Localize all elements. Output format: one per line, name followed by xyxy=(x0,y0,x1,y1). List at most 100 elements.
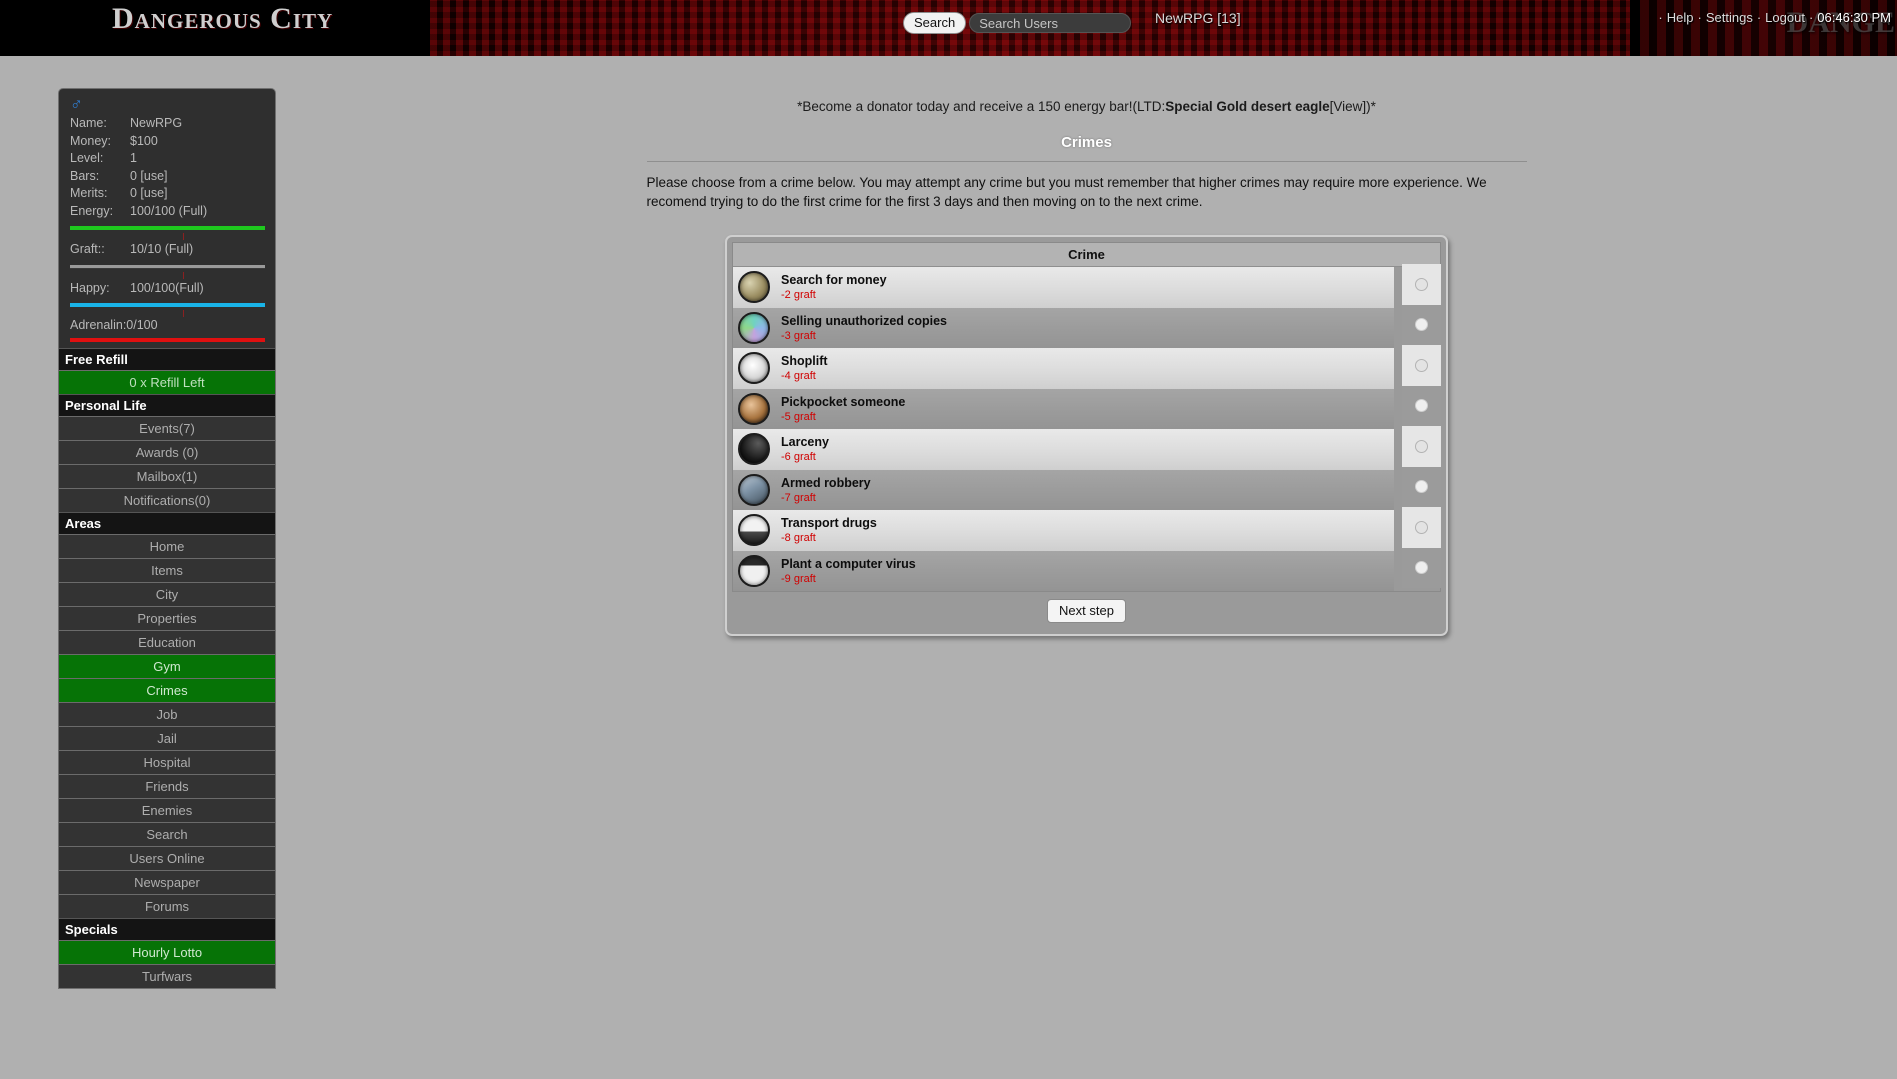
radio-icon[interactable] xyxy=(1415,480,1428,494)
crime-name: Plant a computer virus xyxy=(781,556,916,571)
table-row[interactable]: Shoplift -4 graft xyxy=(733,348,1394,389)
table-row[interactable]: Transport drugs -8 graft xyxy=(733,510,1394,551)
crime-radio-6[interactable] xyxy=(1402,507,1441,548)
sidebar-item-crimes[interactable]: Crimes xyxy=(59,678,275,702)
radio-icon[interactable] xyxy=(1415,358,1428,372)
sidebar-heading-specials: Specials xyxy=(59,918,275,940)
stat-value[interactable]: 0 [use] xyxy=(130,168,265,186)
bag-icon xyxy=(738,433,770,466)
title-divider xyxy=(646,161,1527,162)
radio-icon[interactable] xyxy=(1415,561,1428,575)
crime-info: Pickpocket someone -5 graft xyxy=(781,394,1394,424)
crime-cost: -9 graft xyxy=(781,572,816,585)
clock: 06:46:30 PM xyxy=(1817,10,1891,25)
stat-label: Money: xyxy=(70,133,111,148)
crime-name: Larceny xyxy=(781,435,829,450)
nav-link-logout[interactable]: Logout xyxy=(1765,10,1805,25)
crime-radio-0[interactable] xyxy=(1402,264,1441,305)
table-row[interactable]: Plant a computer virus -9 graft xyxy=(733,550,1394,591)
sidebar-item-newspaper[interactable]: Newspaper xyxy=(59,870,275,894)
crime-cost: -8 graft xyxy=(781,532,816,545)
sidebar-item-hospital[interactable]: Hospital xyxy=(59,750,275,774)
hand-icon xyxy=(738,392,770,425)
donator-view-link[interactable]: [View])* xyxy=(1330,99,1376,114)
crime-list: Search for money -2 graft Selling unauth… xyxy=(733,267,1394,591)
radio-icon[interactable] xyxy=(1415,439,1428,453)
energy-bar xyxy=(70,226,265,230)
happy-bar-tick xyxy=(70,309,265,318)
nav-link-settings[interactable]: Settings xyxy=(1706,10,1753,25)
truck-icon xyxy=(738,514,770,547)
site-header: Dangerous City DANGE Search NewRPG [13] … xyxy=(0,0,1897,56)
sidebar: ♂ Name: NewRPG Money: $100 Level: 1 Bars… xyxy=(58,88,276,989)
stat-value[interactable]: 0 [use] xyxy=(130,185,265,203)
sidebar-item-education[interactable]: Education xyxy=(59,630,275,654)
stat-label: Name: xyxy=(70,116,107,130)
crime-name: Armed robbery xyxy=(781,475,871,490)
next-step-button[interactable]: Next step xyxy=(1047,599,1126,623)
sidebar-item-mailbox[interactable]: Mailbox(1) xyxy=(59,464,275,488)
stat-row-bars[interactable]: Bars: 0 [use] xyxy=(70,168,265,186)
table-row[interactable]: Selling unauthorized copies -3 graft xyxy=(733,307,1394,348)
sidebar-item-home[interactable]: Home xyxy=(59,534,275,558)
sidebar-item-search[interactable]: Search xyxy=(59,822,275,846)
sidebar-item-enemies[interactable]: Enemies xyxy=(59,798,275,822)
sidebar-item-forums[interactable]: Forums xyxy=(59,894,275,918)
crime-info: Plant a computer virus -9 graft xyxy=(781,556,1394,586)
crime-info: Larceny -6 graft xyxy=(781,434,1394,464)
search-button[interactable]: Search xyxy=(903,12,967,34)
sidebar-item-gym[interactable]: Gym xyxy=(59,654,275,678)
stat-label: Energy: xyxy=(70,203,114,218)
table-row[interactable]: Pickpocket someone -5 graft xyxy=(733,388,1394,429)
sidebar-item-city[interactable]: City xyxy=(59,582,275,606)
crime-cost: -7 graft xyxy=(781,491,816,504)
radio-icon[interactable] xyxy=(1415,277,1428,291)
sidebar-item-events[interactable]: Events(7) xyxy=(59,416,275,440)
sidebar-item-turfwars[interactable]: Turfwars xyxy=(59,964,275,988)
donator-item-link[interactable]: Special Gold desert eagle xyxy=(1165,99,1329,114)
crime-info: Transport drugs -8 graft xyxy=(781,515,1394,545)
crime-radio-7[interactable] xyxy=(1402,547,1441,588)
crime-info: Armed robbery -7 graft xyxy=(781,475,1394,505)
sidebar-item-properties[interactable]: Properties xyxy=(59,606,275,630)
crime-radio-4[interactable] xyxy=(1402,426,1441,467)
crime-cost: -2 graft xyxy=(781,289,816,302)
crime-name: Selling unauthorized copies xyxy=(781,313,947,328)
table-row[interactable]: Armed robbery -7 graft xyxy=(733,469,1394,510)
sidebar-item-users-online[interactable]: Users Online xyxy=(59,846,275,870)
sidebar-item-job[interactable]: Job xyxy=(59,702,275,726)
radio-icon[interactable] xyxy=(1415,318,1428,332)
nav-link-help[interactable]: Help xyxy=(1667,10,1694,25)
crime-radio-2[interactable] xyxy=(1402,345,1441,386)
sidebar-item-notifications[interactable]: Notifications(0) xyxy=(59,488,275,512)
search-input[interactable] xyxy=(969,13,1132,33)
stat-row-happy: Happy: 100/100(Full) xyxy=(70,280,265,298)
crime-radio-1[interactable] xyxy=(1402,304,1441,345)
crime-table: Crime Search for money -2 graft Selling … xyxy=(732,242,1441,592)
radio-icon[interactable] xyxy=(1415,399,1428,413)
table-row[interactable]: Search for money -2 graft xyxy=(733,267,1394,308)
sidebar-item-items[interactable]: Items xyxy=(59,558,275,582)
stat-value: 100/100(Full) xyxy=(130,280,204,295)
graft-bar xyxy=(70,264,265,269)
site-logo[interactable]: Dangerous City xyxy=(112,2,333,36)
sidebar-item-friends[interactable]: Friends xyxy=(59,774,275,798)
bullet-icon: · xyxy=(1756,10,1762,25)
radio-icon[interactable] xyxy=(1415,520,1428,534)
gun-icon xyxy=(738,473,770,506)
virus-icon xyxy=(738,554,770,587)
stat-row-merits[interactable]: Merits: 0 [use] xyxy=(70,185,265,203)
stat-value: NewRPG xyxy=(130,116,183,130)
energy-bar-tick xyxy=(70,232,265,241)
sidebar-item-awards[interactable]: Awards (0) xyxy=(59,440,275,464)
crime-radio-3[interactable] xyxy=(1402,385,1441,426)
stat-row-money: Money: $100 xyxy=(70,133,265,151)
sidebar-item-hourly-lotto[interactable]: Hourly Lotto xyxy=(59,940,275,964)
table-row[interactable]: Larceny -6 graft xyxy=(733,429,1394,470)
crime-name: Shoplift xyxy=(781,354,828,369)
sidebar-item-refill-left[interactable]: 0 x Refill Left xyxy=(59,370,275,394)
happy-bar xyxy=(70,303,265,307)
sidebar-item-jail[interactable]: Jail xyxy=(59,726,275,750)
crime-radio-5[interactable] xyxy=(1402,466,1441,507)
graft-bar-tick xyxy=(70,271,265,280)
